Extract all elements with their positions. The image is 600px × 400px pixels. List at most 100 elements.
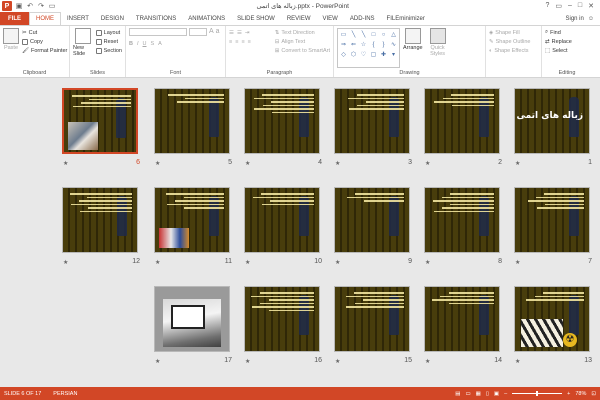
transition-star-icon[interactable]: ★ bbox=[335, 358, 340, 365]
shape-fill-button[interactable]: ◈ Shape Fill bbox=[489, 28, 538, 37]
shape-arrow-icon[interactable]: ⇒ bbox=[339, 40, 348, 49]
powerpoint-logo-icon[interactable]: P bbox=[2, 1, 12, 11]
tab-review[interactable]: REVIEW bbox=[281, 12, 317, 25]
format-painter-button[interactable]: 🖌 Format Painter bbox=[22, 46, 67, 55]
bullets-icon[interactable]: ☰ bbox=[229, 30, 234, 36]
slide-thumbnail[interactable] bbox=[334, 88, 410, 154]
shape-effects-button[interactable]: ◐ Shape Effects bbox=[489, 46, 538, 55]
shape-triangle-icon[interactable]: △ bbox=[389, 30, 398, 39]
language-status[interactable]: PERSIAN bbox=[53, 391, 77, 397]
slide-thumbnail[interactable] bbox=[244, 286, 320, 352]
tab-fileminimizer[interactable]: FILEminimizer bbox=[381, 12, 431, 25]
slide-thumbnail[interactable] bbox=[154, 187, 230, 253]
grow-font-icon[interactable]: A bbox=[209, 28, 214, 36]
undo-icon[interactable]: ↶ bbox=[26, 2, 34, 10]
slide-thumbnail[interactable] bbox=[62, 88, 138, 154]
close-icon[interactable]: ✕ bbox=[588, 2, 594, 10]
shape-oval-icon[interactable]: ○ bbox=[379, 30, 388, 39]
slide-thumbnail[interactable] bbox=[244, 88, 320, 154]
slideshow-view-icon[interactable]: ▣ bbox=[494, 391, 499, 397]
minimize-icon[interactable]: – bbox=[568, 2, 572, 10]
text-direction-button[interactable]: ⇅ Text Direction bbox=[275, 28, 330, 37]
bold-icon[interactable]: B bbox=[129, 41, 133, 47]
zoom-level[interactable]: 78% bbox=[575, 391, 586, 397]
tab-insert[interactable]: INSERT bbox=[61, 12, 95, 25]
shrink-font-icon[interactable]: a bbox=[216, 28, 220, 36]
tab-slide-show[interactable]: SLIDE SHOW bbox=[231, 12, 281, 25]
shape-star-icon[interactable]: ☆ bbox=[359, 40, 368, 49]
transition-star-icon[interactable]: ★ bbox=[63, 259, 68, 266]
align-center-icon[interactable]: ≡ bbox=[235, 39, 238, 45]
slide-sorter-icon[interactable]: ▦ bbox=[476, 391, 481, 397]
shape-brace-icon[interactable]: { bbox=[369, 40, 378, 49]
redo-icon[interactable]: ↷ bbox=[37, 2, 45, 10]
section-button[interactable]: Section bbox=[95, 46, 122, 55]
quick-styles-button[interactable]: Quick Styles bbox=[426, 28, 450, 68]
tab-home[interactable]: HOME bbox=[29, 12, 61, 25]
maximize-icon[interactable]: □ bbox=[578, 2, 582, 10]
slideshow-icon[interactable]: ▭ bbox=[48, 2, 56, 10]
transition-star-icon[interactable]: ★ bbox=[425, 358, 430, 365]
slide-thumbnail[interactable] bbox=[424, 187, 500, 253]
replace-button[interactable]: ⇄ Replace bbox=[545, 37, 589, 46]
justify-icon[interactable]: ≡ bbox=[248, 39, 251, 45]
align-left-icon[interactable]: ≡ bbox=[229, 39, 232, 45]
zoom-out-icon[interactable]: – bbox=[504, 391, 507, 397]
new-slide-button[interactable]: New Slide bbox=[73, 28, 93, 68]
transition-star-icon[interactable]: ★ bbox=[155, 358, 160, 365]
shape-arrow-icon[interactable]: ⇐ bbox=[349, 40, 358, 49]
reading-view-icon[interactable]: ▯ bbox=[486, 391, 489, 397]
convert-smartart-button[interactable]: ⊞ Convert to SmartArt bbox=[275, 46, 330, 55]
select-button[interactable]: ⬚ Select bbox=[545, 46, 589, 55]
slide-thumbnail[interactable] bbox=[334, 286, 410, 352]
tab-animations[interactable]: ANIMATIONS bbox=[182, 12, 231, 25]
transition-star-icon[interactable]: ★ bbox=[515, 358, 520, 365]
arrange-button[interactable]: Arrange bbox=[403, 28, 423, 68]
fit-slide-icon[interactable]: ⊡ bbox=[591, 391, 596, 397]
transition-star-icon[interactable]: ★ bbox=[515, 160, 520, 167]
slide-thumbnail[interactable]: ☢ bbox=[514, 286, 590, 352]
copy-button[interactable]: Copy bbox=[22, 37, 67, 46]
transition-star-icon[interactable]: ★ bbox=[335, 160, 340, 167]
slide-thumbnail[interactable] bbox=[424, 88, 500, 154]
help-icon[interactable]: ? bbox=[545, 2, 549, 10]
shape-heart-icon[interactable]: ♡ bbox=[359, 50, 368, 59]
reset-button[interactable]: Reset bbox=[95, 37, 122, 46]
tab-transitions[interactable]: TRANSITIONS bbox=[130, 12, 182, 25]
slide-thumbnail[interactable]: زباله های اتمی bbox=[514, 88, 590, 154]
transition-star-icon[interactable]: ★ bbox=[245, 160, 250, 167]
underline-icon[interactable]: U bbox=[143, 41, 147, 47]
save-icon[interactable]: ▣ bbox=[15, 2, 23, 10]
zoom-slider[interactable] bbox=[512, 391, 563, 396]
slide-thumbnail[interactable] bbox=[334, 187, 410, 253]
slide-thumbnail[interactable] bbox=[154, 286, 230, 352]
tab-design[interactable]: DESIGN bbox=[95, 12, 130, 25]
align-text-button[interactable]: ⊟ Align Text bbox=[275, 37, 330, 46]
shape-cross-icon[interactable]: ✚ bbox=[379, 50, 388, 59]
shape-rectangle-icon[interactable]: □ bbox=[369, 30, 378, 39]
layout-button[interactable]: Layout bbox=[95, 28, 122, 37]
font-size-combo[interactable] bbox=[189, 28, 207, 36]
slide-thumbnail[interactable] bbox=[154, 88, 230, 154]
indent-icon[interactable]: ⇥ bbox=[245, 30, 250, 36]
shape-curve-icon[interactable]: ∿ bbox=[389, 40, 398, 49]
cut-button[interactable]: ✂ Cut bbox=[22, 28, 67, 37]
shapes-gallery[interactable]: ▭ ╲ ╲ □ ○ △ ⇒ ⇐ ☆ { } ∿ ◇ ⬡ ♡ ▢ ✚ ▾ bbox=[337, 28, 400, 68]
zoom-slider-knob[interactable] bbox=[536, 391, 539, 396]
tab-file[interactable]: FILE bbox=[0, 12, 29, 25]
transition-star-icon[interactable]: ★ bbox=[425, 259, 430, 266]
slide-thumbnail[interactable] bbox=[62, 187, 138, 253]
slide-thumbnail[interactable] bbox=[244, 187, 320, 253]
paste-button[interactable]: Paste bbox=[3, 28, 19, 68]
transition-star-icon[interactable]: ★ bbox=[515, 259, 520, 266]
shape-more-icon[interactable]: ▾ bbox=[389, 50, 398, 59]
transition-star-icon[interactable]: ★ bbox=[155, 160, 160, 167]
align-right-icon[interactable]: ≡ bbox=[241, 39, 244, 45]
tab-view[interactable]: VIEW bbox=[317, 12, 344, 25]
shape-textbox-icon[interactable]: ▭ bbox=[339, 30, 348, 39]
strikethrough-icon[interactable]: S bbox=[151, 41, 155, 47]
transition-star-icon[interactable]: ★ bbox=[63, 160, 68, 167]
shape-line-icon[interactable]: ╲ bbox=[359, 30, 368, 39]
shape-outline-button[interactable]: ✎ Shape Outline bbox=[489, 37, 538, 46]
normal-view-icon[interactable]: ▭ bbox=[465, 391, 470, 397]
